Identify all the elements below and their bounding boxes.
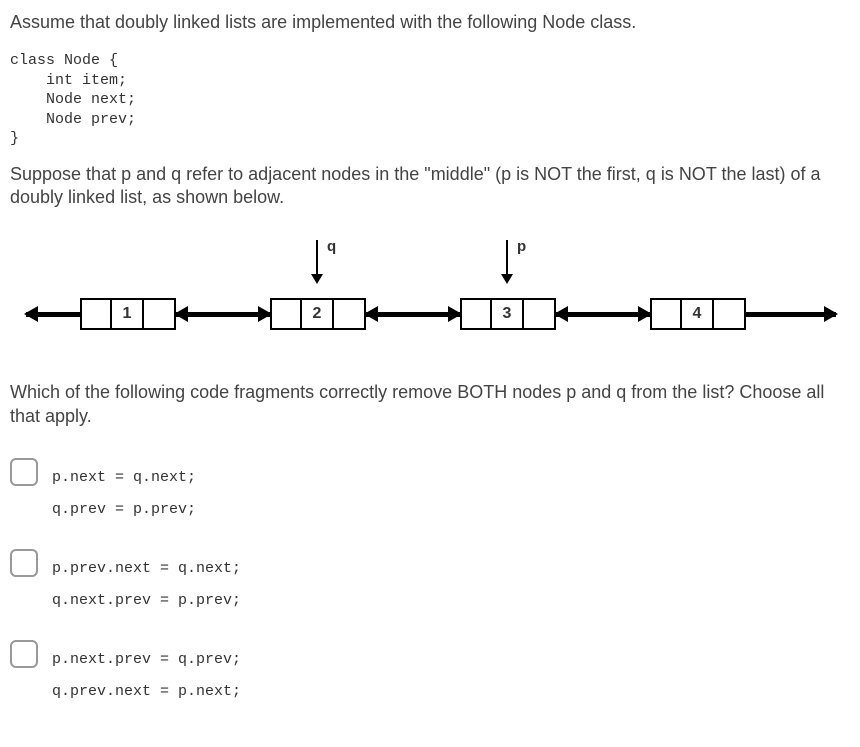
tail-left-arrow — [26, 312, 80, 317]
node-class-code: class Node { int item; Node next; Node p… — [10, 51, 850, 149]
option-2-code: p.prev.next = q.next; q.next.prev = p.pr… — [52, 553, 241, 616]
option-1-code: p.next = q.next; q.prev = p.prev; — [52, 462, 196, 525]
node-3-next-cell — [524, 298, 556, 330]
node-1-value: 1 — [112, 298, 144, 330]
option-1[interactable]: p.next = q.next; q.prev = p.prev; — [10, 462, 850, 525]
pointer-p-label: p — [517, 238, 526, 255]
node-4-value: 4 — [682, 298, 714, 330]
node-3: 3 — [460, 298, 556, 330]
option-1-checkbox[interactable] — [10, 458, 38, 486]
option-3-code: p.next.prev = q.prev; q.prev.next = p.ne… — [52, 644, 241, 707]
setup-text: Suppose that p and q refer to adjacent n… — [10, 163, 850, 210]
option-2-checkbox[interactable] — [10, 549, 38, 577]
node-2-next-cell — [334, 298, 366, 330]
pointer-q-label: q — [327, 238, 336, 255]
node-1-prev-cell — [80, 298, 112, 330]
option-2[interactable]: p.prev.next = q.next; q.next.prev = p.pr… — [10, 553, 850, 616]
connector-2-3 — [366, 312, 460, 317]
node-4-next-cell — [714, 298, 746, 330]
node-2-value: 2 — [302, 298, 334, 330]
connector-1-2 — [176, 312, 270, 317]
node-3-prev-cell — [460, 298, 492, 330]
question-text: Which of the following code fragments co… — [10, 381, 850, 428]
node-3-value: 3 — [492, 298, 524, 330]
node-4: 4 — [650, 298, 746, 330]
option-3[interactable]: p.next.prev = q.prev; q.prev.next = p.ne… — [10, 644, 850, 707]
connector-3-4 — [556, 312, 650, 317]
linked-list-diagram: 1 2 3 4 q p — [10, 233, 850, 353]
node-1: 1 — [80, 298, 176, 330]
node-1-next-cell — [144, 298, 176, 330]
pointer-q: q — [316, 238, 336, 284]
option-3-checkbox[interactable] — [10, 640, 38, 668]
node-2: 2 — [270, 298, 366, 330]
node-4-prev-cell — [650, 298, 682, 330]
pointer-p: p — [506, 238, 526, 284]
intro-text: Assume that doubly linked lists are impl… — [10, 12, 850, 33]
node-2-prev-cell — [270, 298, 302, 330]
tail-right-arrow — [746, 312, 836, 317]
